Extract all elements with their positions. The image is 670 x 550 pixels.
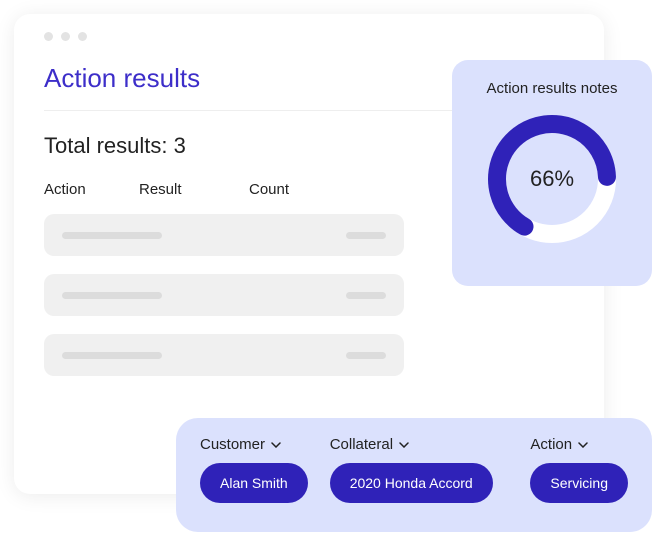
window-dot-icon xyxy=(78,32,87,41)
action-pill[interactable]: Servicing xyxy=(530,463,628,503)
skeleton-bar-icon xyxy=(346,232,386,239)
filter-customer-dropdown[interactable]: Customer xyxy=(200,436,308,453)
chevron-down-icon xyxy=(578,442,588,448)
skeleton-bar-icon xyxy=(62,292,162,299)
table-row xyxy=(44,214,404,256)
filter-action: Action Servicing xyxy=(530,436,628,503)
column-result: Result xyxy=(139,181,249,198)
window-dot-icon xyxy=(44,32,53,41)
table-row xyxy=(44,274,404,316)
filter-collateral-dropdown[interactable]: Collateral xyxy=(330,436,493,453)
skeleton-bar-icon xyxy=(62,352,162,359)
progress-donut: 66% xyxy=(482,109,622,249)
chevron-down-icon xyxy=(271,442,281,448)
filter-collateral-label: Collateral xyxy=(330,436,393,453)
skeleton-bar-icon xyxy=(346,292,386,299)
progress-percent-label: 66% xyxy=(530,166,574,192)
window-dot-icon xyxy=(61,32,70,41)
filter-customer-label: Customer xyxy=(200,436,265,453)
filter-action-label: Action xyxy=(530,436,572,453)
table-row xyxy=(44,334,404,376)
skeleton-bar-icon xyxy=(62,232,162,239)
filter-bar: Customer Alan Smith Collateral 2020 Hond… xyxy=(176,418,652,532)
column-count: Count xyxy=(249,181,349,198)
collateral-pill[interactable]: 2020 Honda Accord xyxy=(330,463,493,503)
column-action: Action xyxy=(44,181,139,198)
action-results-notes-card: Action results notes 66% xyxy=(452,60,652,286)
notes-title: Action results notes xyxy=(472,80,632,97)
filter-customer: Customer Alan Smith xyxy=(200,436,308,503)
window-controls xyxy=(44,32,574,41)
filter-collateral: Collateral 2020 Honda Accord xyxy=(330,436,493,503)
filter-action-dropdown[interactable]: Action xyxy=(530,436,628,453)
chevron-down-icon xyxy=(399,442,409,448)
customer-pill[interactable]: Alan Smith xyxy=(200,463,308,503)
skeleton-bar-icon xyxy=(346,352,386,359)
